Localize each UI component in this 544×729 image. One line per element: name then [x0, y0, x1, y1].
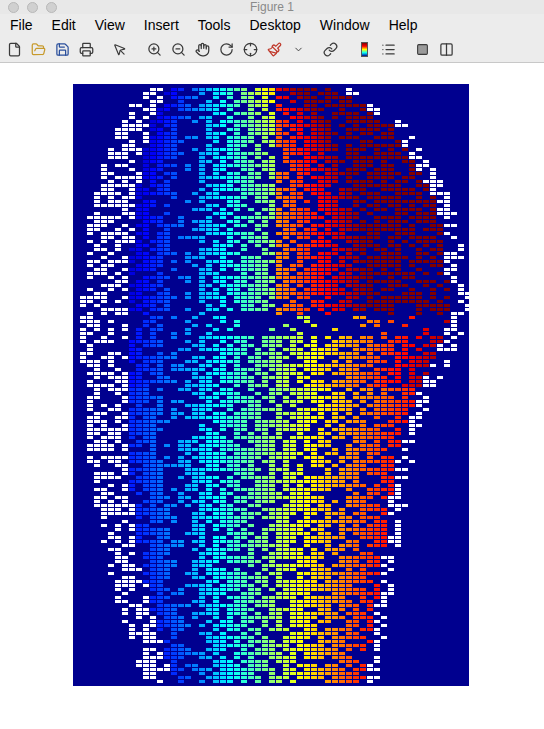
- dropdown-icon[interactable]: [288, 40, 308, 60]
- rotate-icon[interactable]: [216, 40, 236, 60]
- brush-icon[interactable]: [264, 40, 284, 60]
- pan-icon[interactable]: [192, 40, 212, 60]
- print-icon[interactable]: [76, 40, 96, 60]
- save-icon[interactable]: [52, 40, 72, 60]
- menu-item[interactable]: Insert: [144, 15, 179, 36]
- colorbar-icon[interactable]: [354, 40, 374, 60]
- hide-tools-icon[interactable]: [412, 40, 432, 60]
- title-bar: Figure 1: [0, 0, 544, 14]
- pointer-icon[interactable]: [110, 40, 130, 60]
- figure-canvas: [0, 63, 544, 729]
- open-icon[interactable]: [28, 40, 48, 60]
- menu-item[interactable]: Desktop: [249, 15, 300, 36]
- new-figure-icon[interactable]: [4, 40, 24, 60]
- window-control[interactable]: [46, 2, 57, 13]
- menu-bar: File Edit View Insert Tools Desktop Window Help: [0, 14, 544, 37]
- menu-item[interactable]: File: [10, 15, 33, 36]
- window-control[interactable]: [8, 2, 19, 13]
- dock-icon[interactable]: [436, 40, 456, 60]
- image-axes[interactable]: [73, 84, 469, 686]
- link-icon[interactable]: [320, 40, 340, 60]
- menu-item[interactable]: Tools: [198, 15, 231, 36]
- figure-window: Figure 1File Edit View Insert Tools Desktop Wi…: [0, 0, 544, 729]
- legend-icon[interactable]: [378, 40, 398, 60]
- menu-item[interactable]: Help: [389, 15, 418, 36]
- menu-item[interactable]: Edit: [52, 15, 76, 36]
- window-control[interactable]: [27, 2, 38, 13]
- window-title: Figure 1: [0, 0, 544, 14]
- menu-item[interactable]: Window: [320, 15, 370, 36]
- menu-item[interactable]: View: [95, 15, 125, 36]
- data-cursor-icon[interactable]: [240, 40, 260, 60]
- toolbar: [0, 37, 544, 63]
- zoom-in-icon[interactable]: [144, 40, 164, 60]
- zoom-out-icon[interactable]: [168, 40, 188, 60]
